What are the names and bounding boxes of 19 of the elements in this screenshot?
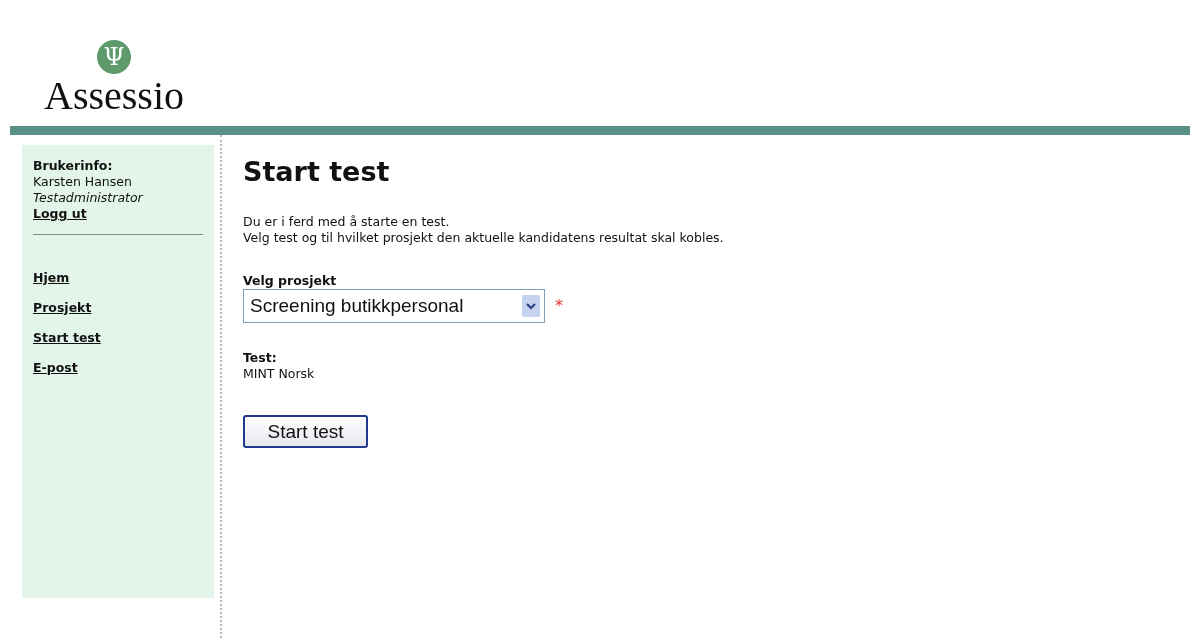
intro-text: Du er i ferd med å starte en test.: [243, 214, 451, 230]
required-mark: *: [555, 298, 563, 314]
field-label: Velg prosjekt: [243, 273, 338, 289]
nav-link[interactable]: E-post: [33, 360, 78, 376]
field-label: Test:: [243, 350, 278, 366]
logo-icon: Ψ: [97, 40, 131, 74]
project-dropdown[interactable]: Screening butikkpersonal: [243, 289, 545, 323]
nav-link[interactable]: Start test: [33, 330, 101, 346]
test-name: MINT Norsk: [243, 366, 316, 382]
start-test-button[interactable]: Start test: [243, 415, 368, 448]
intro-text: Velg test og til hvilket prosjekt den aktuelle kandidatens resultat skal kobles.: [243, 230, 724, 246]
user-role: Testadministrator: [33, 190, 145, 206]
user-name: Karsten Hansen: [33, 174, 133, 190]
page-title: Start test: [243, 155, 391, 189]
nav-link[interactable]: Prosjekt: [33, 300, 92, 316]
logout-link[interactable]: Logg ut: [33, 206, 87, 222]
logo-text: Assessio: [44, 74, 185, 118]
nav-link[interactable]: Hjem: [33, 270, 70, 286]
user-info-heading: Brukerinfo:: [33, 158, 114, 174]
